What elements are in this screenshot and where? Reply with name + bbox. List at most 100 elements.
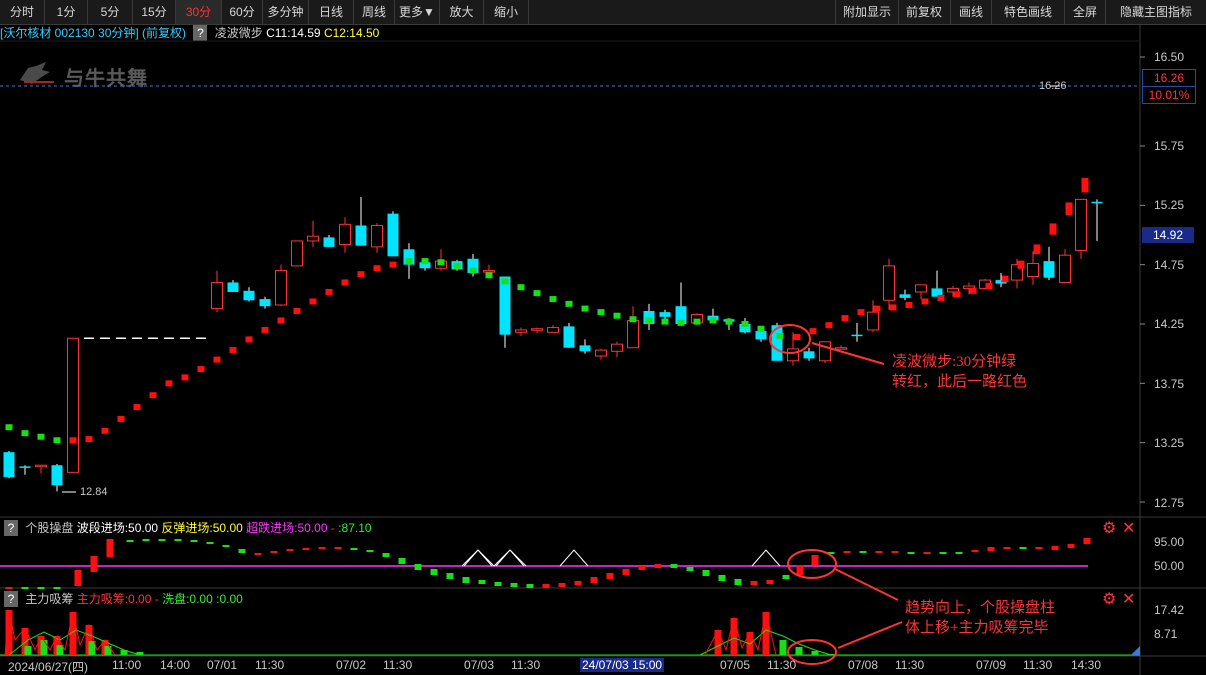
price-tick: 15.25 bbox=[1154, 198, 1185, 212]
close-icon[interactable]: ✕ bbox=[1122, 521, 1135, 537]
lingbo-dot bbox=[181, 374, 189, 381]
x-cursor-label: 24/07/03 15:00 bbox=[580, 658, 665, 672]
candle-up bbox=[547, 327, 559, 333]
x-tick: 11:30 bbox=[255, 658, 285, 672]
panel2-bar bbox=[382, 553, 390, 557]
panel2-oversold: 超跌进场:50.00 bbox=[246, 521, 328, 535]
lingbo-dot bbox=[1033, 244, 1041, 255]
annotation-1: 凌波微步:30分钟绿 转红，此后一路红色 bbox=[892, 352, 1027, 392]
lingbo-dot bbox=[421, 258, 429, 265]
annotation-1-line1: 凌波微步:30分钟绿 bbox=[892, 354, 1017, 370]
x-tick: 07/09 bbox=[976, 658, 1007, 672]
panel3-tick: 8.71 bbox=[1154, 627, 1178, 641]
panel2-bar bbox=[350, 548, 358, 550]
resize-corner-icon[interactable] bbox=[1131, 646, 1140, 655]
lingbo-dot bbox=[501, 278, 509, 285]
absorb-bar bbox=[762, 612, 770, 655]
lingbo-dot bbox=[69, 437, 77, 444]
candle-up bbox=[611, 343, 623, 352]
settings-icon[interactable]: ⚙ bbox=[1102, 592, 1116, 608]
lingbo-dot bbox=[277, 317, 285, 324]
panel2-bar bbox=[955, 552, 963, 554]
candle-up bbox=[627, 319, 639, 349]
panel2-bar bbox=[106, 539, 114, 557]
panel2-bar bbox=[174, 539, 182, 541]
panel2-bar bbox=[782, 575, 790, 579]
lingbo-dot bbox=[101, 427, 109, 434]
panel2-bar bbox=[875, 551, 883, 553]
panel2-bar bbox=[542, 584, 550, 588]
candle-down bbox=[387, 213, 399, 257]
panel2-bar bbox=[1019, 547, 1027, 549]
x-tick: 14:30 bbox=[1071, 658, 1102, 672]
panel2-bar bbox=[126, 540, 134, 542]
candle-up bbox=[1027, 262, 1039, 278]
panel2-wave: 波段进场:50.00 bbox=[76, 521, 159, 535]
candle-up bbox=[275, 270, 287, 306]
panel2-bar bbox=[718, 575, 726, 581]
candle-down bbox=[3, 452, 15, 478]
signal-triangle bbox=[495, 549, 525, 567]
panel3-name[interactable]: 主力吸筹 bbox=[25, 592, 73, 606]
kline-chart[interactable] bbox=[0, 0, 1206, 675]
price-tick: 15.75 bbox=[1154, 139, 1185, 153]
wash-bar bbox=[795, 647, 803, 655]
panel2-bar bbox=[142, 539, 150, 541]
candle-up bbox=[915, 284, 927, 293]
panel2-bar bbox=[1003, 547, 1011, 549]
candle-down bbox=[355, 225, 367, 246]
panel2-bar bbox=[891, 551, 899, 553]
lingbo-dot bbox=[229, 347, 237, 354]
annotation-arrow bbox=[837, 621, 903, 649]
help-icon[interactable]: ? bbox=[4, 591, 18, 607]
annotation-2-line2: 体上移+主力吸筹完毕 bbox=[905, 620, 1049, 636]
lingbo-dot bbox=[921, 298, 929, 305]
panel2-bar bbox=[286, 549, 294, 551]
panel2-bar bbox=[796, 565, 804, 575]
panel2-bar bbox=[734, 579, 742, 585]
current-pct-tag: 10.01% bbox=[1142, 86, 1196, 104]
lingbo-dot bbox=[373, 265, 381, 272]
settings-icon[interactable]: ⚙ bbox=[1102, 521, 1116, 537]
lingbo-dot bbox=[793, 334, 801, 341]
close-icon[interactable]: ✕ bbox=[1122, 592, 1135, 608]
candle-up bbox=[835, 347, 847, 350]
candle-down bbox=[499, 276, 511, 335]
lingbo-dot bbox=[389, 261, 397, 268]
panel2-bar bbox=[398, 558, 406, 564]
price-tick: 13.25 bbox=[1154, 436, 1185, 450]
lingbo-dot bbox=[661, 318, 669, 325]
candle-up bbox=[531, 328, 543, 331]
price-tick: 14.25 bbox=[1154, 317, 1185, 331]
annotation-1-line2: 转红，此后一路红色 bbox=[892, 374, 1028, 390]
panel2-bar bbox=[702, 570, 710, 576]
lingbo-dot bbox=[469, 267, 477, 274]
lingbo-dot bbox=[453, 262, 461, 269]
candle-up bbox=[67, 337, 79, 473]
panel2-info: ? 个股操盘 波段进场:50.00 反弹进场:50.00 超跌进场:50.00 … bbox=[0, 520, 372, 536]
panel2-bar bbox=[238, 549, 246, 553]
lingbo-dot bbox=[693, 318, 701, 325]
panel2-name[interactable]: 个股操盘 bbox=[25, 521, 73, 535]
annotation-2: 趋势向上，个股操盘柱 体上移+主力吸筹完毕 bbox=[905, 598, 1055, 638]
lingbo-dot bbox=[213, 356, 221, 363]
lingbo-dot bbox=[485, 272, 493, 279]
lingbo-dot bbox=[133, 404, 141, 411]
help-icon[interactable]: ? bbox=[4, 520, 18, 536]
candle-up bbox=[291, 240, 303, 267]
lingbo-dot bbox=[757, 325, 765, 332]
lingbo-dot bbox=[325, 288, 333, 295]
lingbo-dot bbox=[357, 271, 365, 278]
x-tick: 11:30 bbox=[383, 658, 413, 672]
lingbo-dot bbox=[565, 300, 573, 307]
panel2-bar bbox=[654, 564, 662, 568]
price-tick: 14.75 bbox=[1154, 258, 1185, 272]
candle-down bbox=[259, 299, 271, 307]
price-tick: 13.75 bbox=[1154, 377, 1185, 391]
lingbo-dot bbox=[165, 380, 173, 387]
lingbo-dot bbox=[37, 433, 45, 440]
panel2-bar bbox=[53, 587, 61, 589]
lingbo-dot bbox=[533, 290, 541, 297]
candle-down bbox=[899, 294, 911, 298]
lingbo-dot bbox=[597, 309, 605, 316]
